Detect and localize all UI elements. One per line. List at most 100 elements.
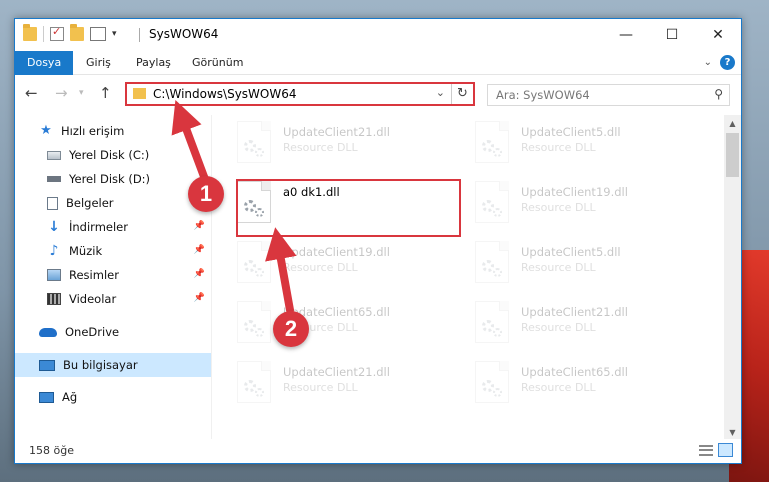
window-title: SysWOW64 — [149, 27, 219, 41]
nav-item-disk-c[interactable]: Yerel Disk (C:) — [15, 143, 211, 167]
navigation-pane: ★ Hızlı erişim Yerel Disk (C:) Yerel Dis… — [15, 115, 211, 441]
file-type: Resource DLL — [283, 141, 358, 154]
new-folder-icon[interactable] — [70, 24, 84, 41]
file-name: UpdateClient21.dll — [283, 125, 390, 139]
file-item[interactable]: UpdateClient21.dll Resource DLL — [451, 297, 687, 353]
vertical-scrollbar[interactable]: ▲ ▼ — [724, 115, 741, 441]
search-icon[interactable]: ⚲ — [714, 87, 723, 101]
forward-arrow-icon[interactable]: → — [55, 84, 68, 102]
tab-view[interactable]: Görünüm — [180, 51, 255, 75]
recent-dropdown-icon[interactable]: ▾ — [79, 88, 84, 98]
search-placeholder: Ara: SysWOW64 — [496, 88, 590, 102]
large-icons-view-icon[interactable] — [718, 443, 733, 457]
file-explorer-window: ▾ SysWOW64 — ☐ ✕ Dosya Giriş Paylaş Görü… — [14, 18, 742, 464]
dll-file-icon — [475, 301, 509, 343]
nav-item-documents[interactable]: Belgeler — [15, 191, 211, 215]
nav-item-pictures[interactable]: Resimler 📌 — [15, 263, 211, 287]
file-name: UpdateClient21.dll — [283, 365, 390, 379]
nav-item-label: Müzik — [69, 244, 103, 258]
folder-icon — [23, 24, 37, 41]
nav-item-label: Yerel Disk (C:) — [69, 148, 150, 162]
dll-file-icon — [475, 241, 509, 283]
address-bar[interactable]: C:\Windows\SysWOW64 ⌄ ↻ — [125, 82, 475, 106]
nav-item-disk-d[interactable]: Yerel Disk (D:) — [15, 167, 211, 191]
dll-file-icon — [237, 241, 271, 283]
nav-item-downloads[interactable]: ↓ İndirmeler 📌 — [15, 215, 211, 239]
nav-item-label: İndirmeler — [69, 220, 128, 234]
nav-item-label: Hızlı erişim — [61, 124, 125, 138]
file-type: Resource DLL — [283, 261, 358, 274]
dll-file-icon — [475, 121, 509, 163]
dll-file-icon — [237, 121, 271, 163]
address-path[interactable]: C:\Windows\SysWOW64 — [153, 87, 297, 101]
nav-item-this-pc[interactable]: Bu bilgisayar — [15, 353, 211, 377]
file-item[interactable]: UpdateClient65.dll Resource DLL — [213, 297, 449, 353]
scroll-up-icon[interactable]: ▲ — [724, 115, 741, 132]
file-item[interactable]: UpdateClient19.dll Resource DLL — [451, 177, 687, 233]
pin-icon[interactable]: 📌 — [194, 293, 205, 303]
dll-file-icon — [237, 361, 271, 403]
title-bar: ▾ SysWOW64 — ☐ ✕ — [15, 19, 741, 51]
status-bar: 158 öğe — [15, 439, 741, 463]
close-button[interactable]: ✕ — [695, 19, 741, 51]
file-list: UpdateClient21.dll Resource DLL UpdateCl… — [213, 115, 725, 441]
title-divider — [139, 28, 140, 42]
pin-icon[interactable]: 📌 — [194, 221, 205, 231]
file-item[interactable]: UpdateClient21.dll Resource DLL — [213, 117, 449, 173]
nav-item-label: Ağ — [62, 390, 78, 404]
address-row: ← → ▾ ↑ C:\Windows\SysWOW64 ⌄ ↻ Ara: Sys… — [15, 76, 741, 112]
ribbon-tabs: Dosya Giriş Paylaş Görünüm ⌄ ? — [15, 51, 741, 75]
cloud-icon — [39, 327, 57, 337]
file-item[interactable]: UpdateClient5.dll Resource DLL — [451, 117, 687, 173]
pin-icon[interactable]: 📌 — [194, 245, 205, 255]
highlight-box-file — [236, 179, 461, 237]
up-arrow-icon[interactable]: ↑ — [99, 84, 112, 102]
help-icon[interactable]: ? — [720, 55, 735, 70]
tab-share[interactable]: Paylaş — [124, 51, 183, 75]
nav-item-onedrive[interactable]: OneDrive — [15, 320, 211, 344]
dll-file-icon — [237, 301, 271, 343]
file-item[interactable]: UpdateClient21.dll Resource DLL — [213, 357, 449, 413]
file-name: UpdateClient19.dll — [283, 245, 390, 259]
music-icon: ♪ — [49, 243, 59, 259]
window-controls: — ☐ ✕ — [603, 19, 741, 51]
scroll-thumb[interactable] — [726, 133, 739, 177]
back-arrow-icon[interactable]: ← — [25, 84, 38, 102]
toolbar-divider — [43, 26, 44, 42]
search-input[interactable]: Ara: SysWOW64 ⚲ — [487, 84, 730, 106]
nav-item-quick-access[interactable]: ★ Hızlı erişim — [15, 119, 211, 143]
properties-check-icon[interactable] — [50, 25, 64, 41]
dll-file-icon — [475, 361, 509, 403]
pin-icon[interactable]: 📌 — [194, 269, 205, 279]
customize-icon[interactable] — [90, 27, 106, 41]
network-icon — [39, 391, 54, 403]
nav-item-music[interactable]: ♪ Müzik 📌 — [15, 239, 211, 263]
chevron-down-icon[interactable]: ⌄ — [436, 86, 445, 99]
tab-file[interactable]: Dosya — [15, 51, 74, 75]
file-name: UpdateClient5.dll — [521, 125, 621, 139]
chevron-down-icon[interactable]: ⌄ — [704, 57, 712, 68]
pane-divider — [211, 115, 212, 441]
minimize-button[interactable]: — — [603, 19, 649, 51]
file-item[interactable]: UpdateClient65.dll Resource DLL — [451, 357, 687, 413]
tab-home[interactable]: Giriş — [74, 51, 123, 75]
nav-item-videos[interactable]: Videolar 📌 — [15, 287, 211, 311]
file-type: Resource DLL — [521, 141, 596, 154]
refresh-icon[interactable]: ↻ — [451, 84, 473, 104]
file-type: Resource DLL — [521, 261, 596, 274]
details-view-icon[interactable] — [699, 445, 713, 456]
disk-icon — [47, 176, 61, 182]
nav-item-label: Resimler — [69, 268, 119, 282]
nav-item-label: Videolar — [69, 292, 117, 306]
file-type: Resource DLL — [521, 201, 596, 214]
qat-dropdown-icon[interactable]: ▾ — [112, 29, 117, 39]
file-type: Resource DLL — [283, 381, 358, 394]
item-count: 158 öğe — [29, 444, 74, 457]
maximize-button[interactable]: ☐ — [649, 19, 695, 51]
downloads-icon: ↓ — [48, 219, 60, 235]
file-item[interactable]: UpdateClient5.dll Resource DLL — [451, 237, 687, 293]
file-item[interactable]: UpdateClient19.dll Resource DLL — [213, 237, 449, 293]
step-badge-2: 2 — [273, 311, 309, 347]
file-type: Resource DLL — [521, 381, 596, 394]
nav-item-network[interactable]: Ağ — [15, 385, 211, 409]
